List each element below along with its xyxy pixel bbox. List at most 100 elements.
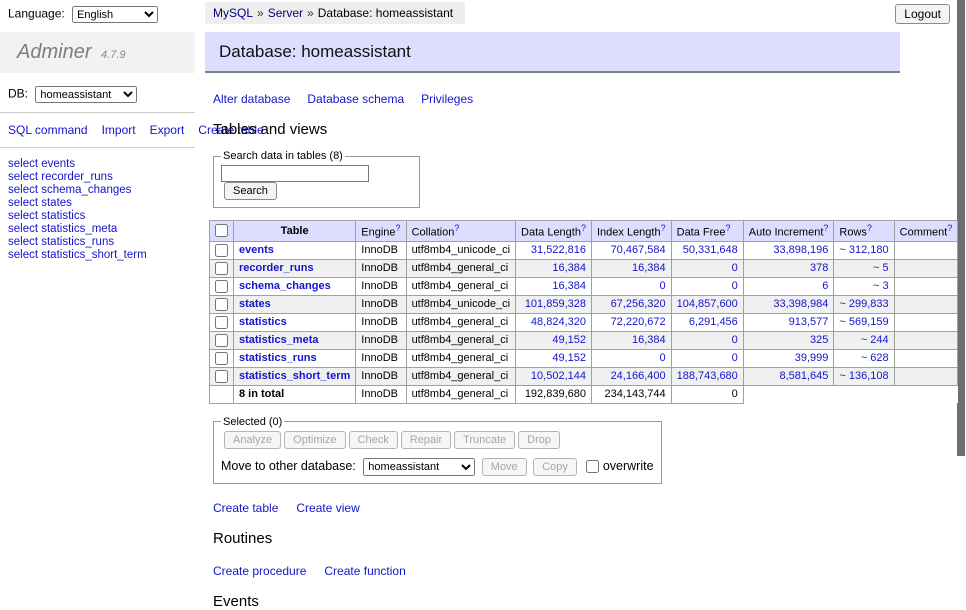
rows-estimate-link[interactable]: ~ 299,833 — [839, 298, 888, 310]
data-length-cell: 31,522,816 — [516, 241, 592, 259]
rows-cell: ~ 5 — [834, 259, 894, 277]
engine-cell: InnoDB — [356, 313, 406, 331]
sidebar-menu-links: SQL commandImportExportCreate table — [8, 122, 163, 138]
index-length-cell: 0 — [591, 349, 671, 367]
database-action-link[interactable]: Privileges — [421, 92, 473, 106]
sidebar-menu-link[interactable]: Export — [150, 123, 185, 137]
db-select[interactable]: homeassistant — [35, 86, 137, 103]
auto-increment-cell: 8,581,645 — [743, 367, 834, 385]
table-name-link[interactable]: statistics_runs — [239, 352, 317, 364]
table-row: statesInnoDButf8mb4_unicode_ci101,859,32… — [210, 295, 958, 313]
row-checkbox-cell — [210, 295, 234, 313]
total-empty-cell — [210, 385, 234, 403]
collation-cell: utf8mb4_general_ci — [406, 331, 515, 349]
table-name-link[interactable]: statistics — [239, 316, 287, 328]
sidebar-select-link[interactable]: select statistics — [8, 210, 195, 223]
help-link[interactable]: ? — [947, 223, 952, 233]
table-row: eventsInnoDButf8mb4_unicode_ci31,522,816… — [210, 241, 958, 259]
create-link[interactable]: Create view — [296, 501, 359, 515]
create-link[interactable]: Create table — [213, 501, 278, 515]
data-length-cell: 48,824,320 — [516, 313, 592, 331]
table-name-link[interactable]: events — [239, 244, 274, 256]
row-checkbox[interactable] — [215, 370, 228, 383]
rows-estimate-link[interactable]: ~ 5 — [873, 262, 889, 274]
comment-cell — [894, 259, 958, 277]
row-checkbox-cell — [210, 331, 234, 349]
table-row: statistics_runsInnoDButf8mb4_general_ci4… — [210, 349, 958, 367]
sidebar-select-link[interactable]: select states — [8, 197, 195, 210]
check-button[interactable]: Check — [349, 431, 398, 449]
rows-estimate-link[interactable]: ~ 628 — [861, 352, 889, 364]
breadcrumb-link[interactable]: Server — [268, 6, 303, 20]
logout-button[interactable]: Logout — [895, 4, 950, 24]
help-link[interactable]: ? — [581, 223, 586, 233]
row-checkbox[interactable] — [215, 244, 228, 257]
move-database-select[interactable]: homeassistant — [363, 458, 475, 476]
overwrite-checkbox[interactable] — [586, 460, 599, 473]
sidebar-divider — [0, 112, 195, 113]
row-checkbox[interactable] — [215, 334, 228, 347]
help-link[interactable]: ? — [726, 223, 731, 233]
collation-cell: utf8mb4_general_ci — [406, 277, 515, 295]
comment-cell — [894, 349, 958, 367]
database-action-link[interactable]: Alter database — [213, 92, 290, 106]
database-action-link[interactable]: Database schema — [307, 92, 404, 106]
breadcrumb-link[interactable]: MySQL — [213, 6, 253, 20]
copy-button[interactable]: Copy — [533, 458, 577, 476]
help-superscript: ? — [726, 223, 731, 233]
sidebar-select-link[interactable]: select recorder_runs — [8, 171, 195, 184]
table-name-link[interactable]: recorder_runs — [239, 262, 314, 274]
sidebar-select-link[interactable]: select statistics_runs — [8, 236, 195, 249]
routine-link[interactable]: Create procedure — [213, 564, 306, 578]
help-link[interactable]: ? — [661, 223, 666, 233]
help-link[interactable]: ? — [867, 223, 872, 233]
sidebar-menu-link[interactable]: SQL command — [8, 123, 88, 137]
table-name-link[interactable]: states — [239, 298, 271, 310]
row-checkbox[interactable] — [215, 280, 228, 293]
search-button[interactable]: Search — [224, 182, 277, 200]
help-link[interactable]: ? — [454, 223, 459, 233]
select-all-checkbox[interactable] — [215, 224, 228, 237]
table-name-link[interactable]: statistics_short_term — [239, 370, 350, 382]
help-superscript: ? — [396, 223, 401, 233]
row-checkbox[interactable] — [215, 262, 228, 275]
truncate-button[interactable]: Truncate — [454, 431, 515, 449]
table-name-link[interactable]: statistics_meta — [239, 334, 319, 346]
data-length-cell: 49,152 — [516, 331, 592, 349]
move-button[interactable]: Move — [482, 458, 527, 476]
language-select[interactable]: English — [72, 6, 158, 23]
repair-button[interactable]: Repair — [401, 431, 451, 449]
optimize-button[interactable]: Optimize — [284, 431, 345, 449]
rows-estimate-link[interactable]: ~ 244 — [861, 334, 889, 346]
column-header-label: Table — [281, 225, 309, 237]
row-checkbox[interactable] — [215, 316, 228, 329]
selected-action-buttons: AnalyzeOptimizeCheckRepairTruncateDrop — [221, 431, 654, 449]
drop-button[interactable]: Drop — [518, 431, 560, 449]
database-action-links: Alter database Database schema Privileges — [213, 92, 900, 106]
analyze-button[interactable]: Analyze — [224, 431, 281, 449]
auto-increment-cell: 378 — [743, 259, 834, 277]
rows-estimate-link[interactable]: ~ 3 — [873, 280, 889, 292]
search-input[interactable] — [221, 165, 369, 182]
auto-increment-cell: 39,999 — [743, 349, 834, 367]
table-name-link[interactable]: schema_changes — [239, 280, 331, 292]
rows-estimate-link[interactable]: ~ 569,159 — [839, 316, 888, 328]
sidebar-select-link[interactable]: select schema_changes — [8, 184, 195, 197]
data-free-cell: 0 — [671, 259, 743, 277]
total-collation-cell: utf8mb4_general_ci — [406, 385, 515, 403]
table-name-cell: statistics_runs — [234, 349, 356, 367]
sidebar-select-link[interactable]: select events — [8, 158, 195, 171]
table-row: statisticsInnoDButf8mb4_general_ci48,824… — [210, 313, 958, 331]
rows-estimate-link[interactable]: ~ 136,108 — [839, 370, 888, 382]
help-link[interactable]: ? — [823, 223, 828, 233]
row-checkbox[interactable] — [215, 298, 228, 311]
routine-link[interactable]: Create function — [324, 564, 405, 578]
sidebar-menu-link[interactable]: Import — [102, 123, 136, 137]
rows-estimate-link[interactable]: ~ 312,180 — [839, 244, 888, 256]
sidebar-select-link[interactable]: select statistics_short_term — [8, 249, 195, 262]
help-link[interactable]: ? — [396, 223, 401, 233]
row-checkbox[interactable] — [215, 352, 228, 365]
column-header-label: Data Length — [521, 227, 581, 239]
sidebar-select-link[interactable]: select statistics_meta — [8, 223, 195, 236]
search-legend: Search data in tables (8) — [221, 150, 345, 162]
